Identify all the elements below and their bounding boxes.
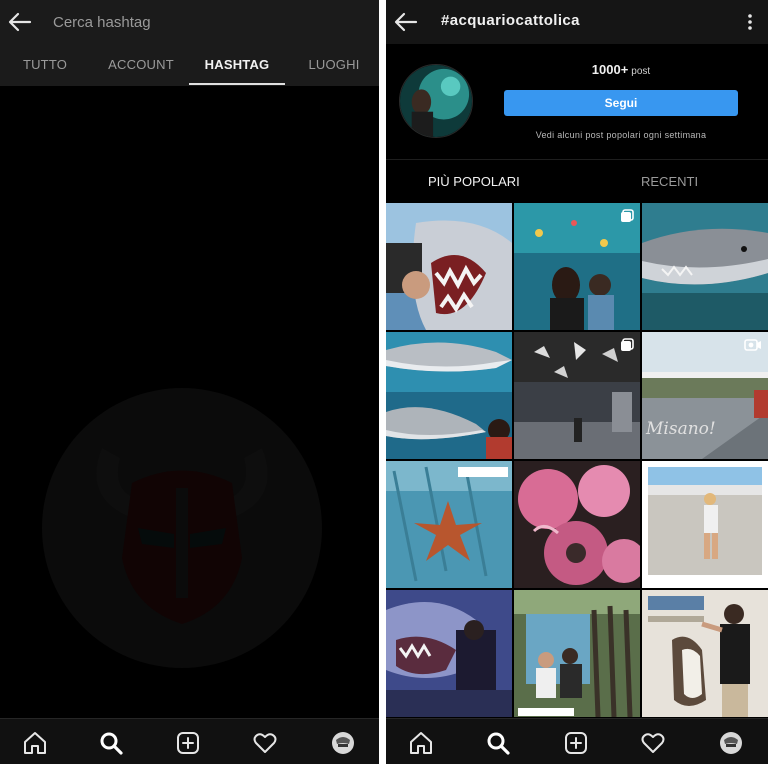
grid-post[interactable]: Misano! (642, 332, 768, 459)
back-arrow-icon[interactable] (6, 8, 34, 36)
tab-tutto[interactable]: TUTTO (0, 44, 90, 86)
add-post-icon[interactable] (175, 730, 201, 756)
multi-photo-icon (621, 338, 634, 351)
back-arrow-icon[interactable] (392, 8, 420, 36)
search-screen: TUTTO ACCOUNT HASHTAG LUOGHI (0, 0, 379, 764)
hashtag-avatar (399, 64, 473, 138)
more-options-icon[interactable] (746, 12, 754, 32)
grid-post[interactable] (642, 590, 768, 717)
grid-post[interactable] (514, 332, 640, 459)
grid-post[interactable] (514, 203, 640, 330)
hashtag-screen: #acquariocattolica 1000+ post Segui Vedi … (386, 0, 768, 764)
bottom-nav (386, 718, 768, 764)
profile-avatar[interactable] (718, 730, 744, 756)
tab-luoghi[interactable]: LUOGHI (290, 44, 378, 86)
multi-photo-icon (621, 209, 634, 222)
grid-post[interactable] (642, 203, 768, 330)
heart-icon[interactable] (640, 730, 666, 756)
content-tabs: PIÙ POPOLARI RECENTI (386, 160, 768, 203)
bottom-nav (0, 718, 379, 764)
tab-hashtag[interactable]: HASHTAG (189, 44, 285, 86)
home-icon[interactable] (408, 730, 434, 756)
profile-avatar[interactable] (330, 730, 356, 756)
home-icon[interactable] (22, 730, 48, 756)
search-header (0, 0, 379, 44)
grid-post[interactable] (642, 461, 768, 588)
add-post-icon[interactable] (563, 730, 589, 756)
watermark-logo (42, 388, 322, 668)
search-tabs: TUTTO ACCOUNT HASHTAG LUOGHI (0, 44, 379, 86)
hashtag-info: 1000+ post Segui Vedi alcuni post popolar… (386, 44, 768, 160)
grid-post[interactable] (386, 332, 512, 459)
heart-icon[interactable] (252, 730, 278, 756)
hashtag-header: #acquariocattolica (386, 0, 768, 44)
tab-account[interactable]: ACCOUNT (96, 44, 186, 86)
post-count: 1000+ post (504, 62, 738, 77)
follow-note: Vedi alcuni post popolari ogni settimana (535, 130, 707, 140)
grid-post[interactable] (386, 590, 512, 717)
search-input[interactable] (53, 11, 353, 33)
post-count-value: 1000+ (591, 62, 629, 77)
grid-post[interactable] (386, 461, 512, 588)
grid-post[interactable] (514, 590, 640, 717)
active-tab-indicator (189, 83, 285, 85)
tab-recent[interactable]: RECENTI (641, 160, 698, 203)
post-grid: Misano! (386, 203, 768, 718)
hashtag-title: #acquariocattolica (441, 12, 580, 29)
post-caption: Misano! (646, 419, 716, 439)
search-icon[interactable] (485, 730, 511, 756)
follow-button[interactable]: Segui (504, 90, 738, 116)
grid-post[interactable] (386, 203, 512, 330)
search-icon[interactable] (98, 730, 124, 756)
tab-top-posts[interactable]: PIÙ POPOLARI (428, 160, 520, 203)
post-count-label: post (631, 66, 651, 77)
grid-post[interactable] (514, 461, 640, 588)
video-icon (744, 339, 761, 351)
